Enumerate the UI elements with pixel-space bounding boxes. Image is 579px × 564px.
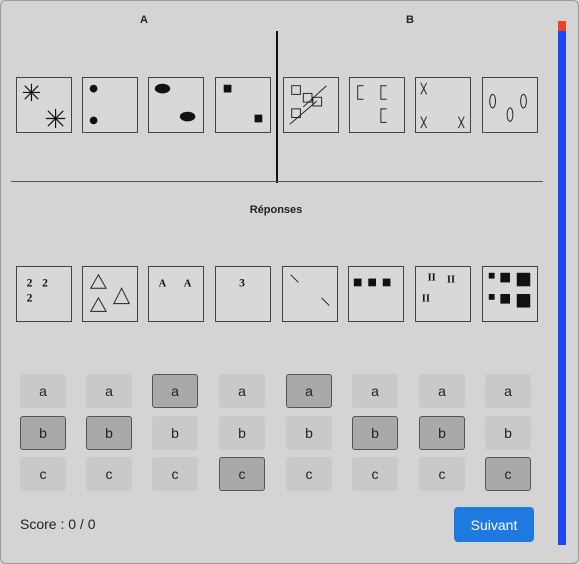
candidate-figure-1-label: 222 bbox=[27, 276, 48, 304]
answer-7-option-c[interactable]: c bbox=[419, 457, 465, 491]
answer-1-option-b[interactable]: b bbox=[20, 416, 66, 450]
answer-2-option-c[interactable]: c bbox=[86, 457, 132, 491]
candidate-figure-4: 3 bbox=[215, 266, 271, 322]
answer-8-option-c[interactable]: c bbox=[485, 457, 531, 491]
answer-1-option-a[interactable]: a bbox=[20, 374, 66, 408]
group-b-figure-2 bbox=[349, 77, 405, 133]
answer-3-option-b[interactable]: b bbox=[152, 416, 198, 450]
group-b-figure-1 bbox=[283, 77, 339, 133]
answer-3-option-c[interactable]: c bbox=[152, 457, 198, 491]
answer-4-option-a[interactable]: a bbox=[219, 374, 265, 408]
answer-4-option-c[interactable]: c bbox=[219, 457, 265, 491]
progress-bar bbox=[558, 21, 566, 545]
score-text: Score : 0 / 0 bbox=[20, 516, 96, 532]
answer-8-option-b[interactable]: b bbox=[485, 416, 531, 450]
answer-5-option-b[interactable]: b bbox=[286, 416, 332, 450]
candidate-figure-8 bbox=[482, 266, 538, 322]
group-a-figure-4 bbox=[215, 77, 271, 133]
candidate-figure-2 bbox=[82, 266, 138, 322]
answer-8-option-a[interactable]: a bbox=[485, 374, 531, 408]
next-button[interactable]: Suivant bbox=[454, 507, 534, 542]
answer-5-option-a[interactable]: a bbox=[286, 374, 332, 408]
answer-6-option-a[interactable]: a bbox=[352, 374, 398, 408]
candidate-figure-7: II II II bbox=[415, 266, 471, 322]
candidate-figure-6 bbox=[348, 266, 404, 322]
answer-5-option-c[interactable]: c bbox=[286, 457, 332, 491]
answer-1-option-c[interactable]: c bbox=[20, 457, 66, 491]
progress-fill bbox=[558, 21, 566, 32]
answer-6-option-c[interactable]: c bbox=[352, 457, 398, 491]
candidate-figure-4-label: 3 bbox=[239, 276, 245, 289]
group-a-figure-3 bbox=[148, 77, 204, 133]
answer-3-option-a[interactable]: a bbox=[152, 374, 198, 408]
answer-2-option-a[interactable]: a bbox=[86, 374, 132, 408]
answer-7-option-b[interactable]: b bbox=[419, 416, 465, 450]
section-title-reponses: Réponses bbox=[249, 204, 303, 216]
group-divider bbox=[276, 31, 278, 183]
app-window: A B Réponses 2 2 2 A A 3 II II II a b c … bbox=[0, 0, 579, 564]
group-b-figure-3 bbox=[415, 77, 471, 133]
answer-7-option-a[interactable]: a bbox=[419, 374, 465, 408]
answer-4-option-b[interactable]: b bbox=[219, 416, 265, 450]
candidate-figure-3-label: AA bbox=[159, 278, 192, 289]
candidate-figure-5 bbox=[282, 266, 338, 322]
section-divider bbox=[11, 181, 543, 182]
candidate-figure-7-label: II II II bbox=[422, 273, 455, 305]
answer-2-option-b[interactable]: b bbox=[86, 416, 132, 450]
group-a-figure-1 bbox=[16, 77, 72, 133]
group-b-figure-4 bbox=[482, 77, 538, 133]
group-b-label: B bbox=[406, 14, 414, 26]
candidate-figure-3: AA bbox=[148, 266, 204, 322]
answer-6-option-b[interactable]: b bbox=[352, 416, 398, 450]
candidate-figure-1: 222 bbox=[16, 266, 72, 322]
group-a-label: A bbox=[140, 14, 148, 26]
group-a-figure-2 bbox=[82, 77, 138, 133]
